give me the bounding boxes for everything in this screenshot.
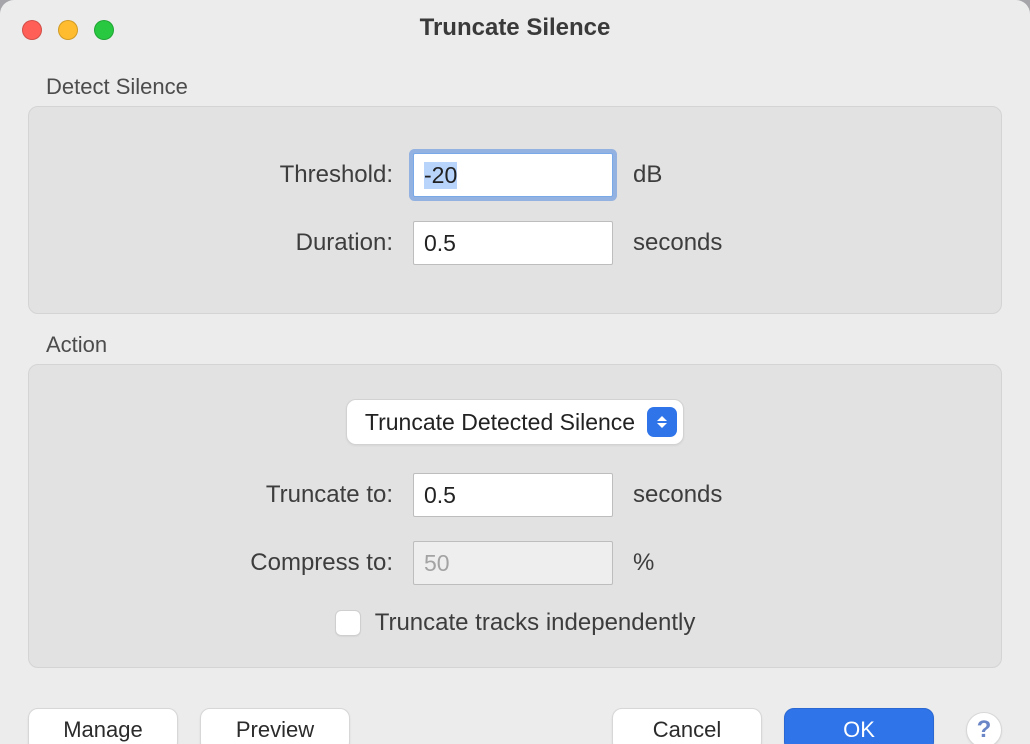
duration-label: Duration:: [53, 229, 413, 257]
manage-button[interactable]: Manage: [28, 708, 178, 744]
dialog-truncate-silence: Truncate Silence Detect Silence Threshol…: [0, 0, 1030, 744]
compress-to-input: [413, 541, 613, 585]
independent-label: Truncate tracks independently: [375, 609, 696, 637]
preview-button[interactable]: Preview: [200, 708, 350, 744]
minimize-icon[interactable]: [58, 20, 78, 40]
window-controls: [22, 20, 114, 40]
action-mode-select[interactable]: Truncate Detected Silence: [346, 399, 684, 445]
duration-unit: seconds: [633, 229, 722, 257]
threshold-unit: dB: [633, 161, 662, 189]
compress-to-label: Compress to:: [53, 549, 413, 577]
truncate-to-label: Truncate to:: [53, 481, 413, 509]
section-label-detect: Detect Silence: [46, 74, 1002, 100]
cancel-button[interactable]: Cancel: [612, 708, 762, 744]
button-bar: Manage Preview Cancel OK ?: [28, 708, 1002, 744]
action-mode-value: Truncate Detected Silence: [365, 409, 635, 436]
independent-checkbox[interactable]: [335, 610, 361, 636]
compress-to-unit: %: [633, 549, 654, 577]
truncate-to-input[interactable]: [413, 473, 613, 517]
duration-input[interactable]: [413, 221, 613, 265]
group-detect-silence: Threshold: dB Duration: seconds: [28, 106, 1002, 314]
zoom-icon[interactable]: [94, 20, 114, 40]
group-action: Truncate Detected Silence Truncate to: s…: [28, 364, 1002, 668]
section-label-action: Action: [46, 332, 1002, 358]
titlebar: Truncate Silence: [0, 0, 1030, 56]
threshold-label: Threshold:: [53, 161, 413, 189]
close-icon[interactable]: [22, 20, 42, 40]
help-button[interactable]: ?: [966, 712, 1002, 744]
truncate-to-unit: seconds: [633, 481, 722, 509]
window-title: Truncate Silence: [420, 14, 611, 42]
threshold-input[interactable]: [413, 153, 613, 197]
chevron-updown-icon: [647, 407, 677, 437]
ok-button[interactable]: OK: [784, 708, 934, 744]
